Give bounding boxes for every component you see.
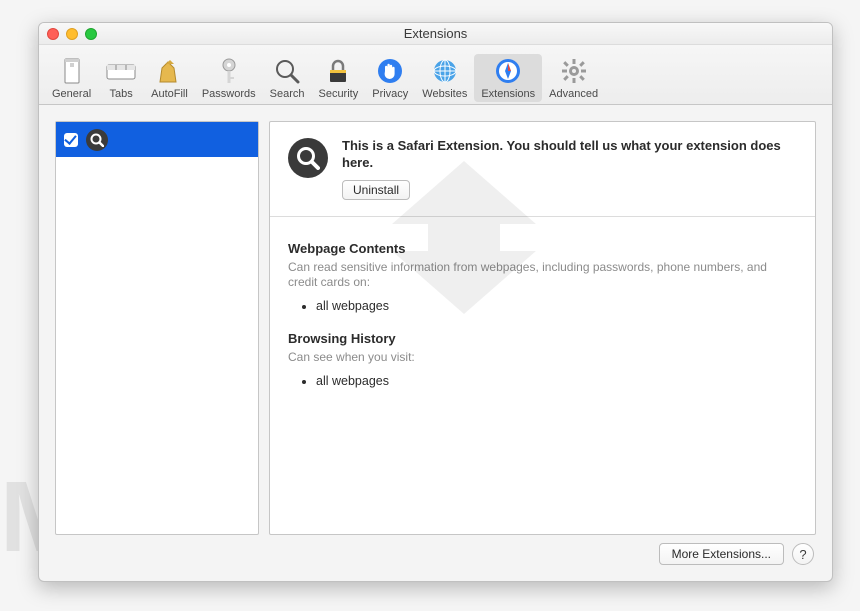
toolbar-label: Tabs [110,88,133,100]
toolbar-label: AutoFill [151,88,188,100]
toolbar-extensions[interactable]: Extensions [474,54,542,102]
toolbar-label: Advanced [549,88,598,100]
general-icon [57,56,87,86]
toolbar-privacy[interactable]: Privacy [365,54,415,102]
extension-list-item[interactable] [56,122,258,157]
compass-icon [493,56,523,86]
toolbar-search[interactable]: Search [263,54,312,102]
preferences-toolbar: General Tabs AutoFill Passwords Search [39,45,832,105]
toolbar-security[interactable]: Security [311,54,365,102]
permission-subtitle: Can read sensitive information from webp… [288,260,797,291]
extension-description: This is a Safari Extension. You should t… [342,138,797,172]
permissions-area: Webpage Contents Can read sensitive info… [270,217,815,416]
detail-description-column: This is a Safari Extension. You should t… [342,138,797,200]
lock-icon [323,56,353,86]
panels: This is a Safari Extension. You should t… [55,121,816,535]
titlebar: Extensions [39,23,832,45]
extension-detail-panel: This is a Safari Extension. You should t… [269,121,816,535]
permission-item: all webpages [316,374,797,388]
toolbar-label: Extensions [481,88,535,100]
toolbar-tabs[interactable]: Tabs [98,54,144,102]
preferences-window: Extensions General Tabs AutoFill Passwo [38,22,833,582]
toolbar-passwords[interactable]: Passwords [195,54,263,102]
permission-list: all webpages [288,374,797,388]
toolbar-label: Websites [422,88,467,100]
permission-list: all webpages [288,299,797,313]
more-extensions-button[interactable]: More Extensions... [659,543,784,565]
uninstall-button[interactable]: Uninstall [342,180,410,200]
permission-title: Webpage Contents [288,241,797,256]
key-icon [214,56,244,86]
footer: More Extensions... ? [55,543,816,565]
toolbar-advanced[interactable]: Advanced [542,54,605,102]
search-icon [272,56,302,86]
extension-checkbox[interactable] [64,133,78,147]
toolbar-label: Security [318,88,358,100]
toolbar-label: Privacy [372,88,408,100]
toolbar-general[interactable]: General [45,54,98,102]
permission-title: Browsing History [288,331,797,346]
gear-icon [559,56,589,86]
tabs-icon [106,56,136,86]
help-button[interactable]: ? [792,543,814,565]
toolbar-label: General [52,88,91,100]
search-icon [288,138,328,178]
extensions-sidebar [55,121,259,535]
hand-icon [375,56,405,86]
globe-icon [430,56,460,86]
toolbar-label: Passwords [202,88,256,100]
content-area: This is a Safari Extension. You should t… [39,105,832,581]
permission-subtitle: Can see when you visit: [288,350,797,366]
window-title: Extensions [39,26,832,41]
detail-header: This is a Safari Extension. You should t… [270,122,815,217]
toolbar-autofill[interactable]: AutoFill [144,54,195,102]
autofill-icon [154,56,184,86]
toolbar-websites[interactable]: Websites [415,54,474,102]
permission-item: all webpages [316,299,797,313]
search-icon [86,129,108,151]
toolbar-label: Search [270,88,305,100]
